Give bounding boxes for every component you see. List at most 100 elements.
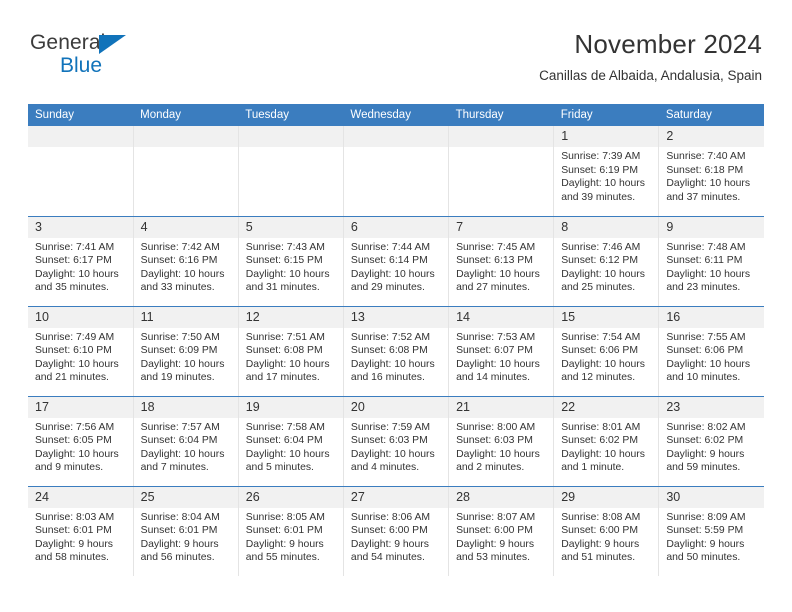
sunrise-text: Sunrise: 8:01 AM (561, 421, 641, 433)
sunset-text: Sunset: 6:08 PM (350, 345, 428, 357)
daylight-text: Daylight: 9 hours and 55 minutes. (245, 538, 324, 564)
day-number (133, 126, 238, 147)
day-sun-info: Sunrise: 7:50 AM Sunset: 6:09 PM Daylight:… (134, 328, 238, 385)
day-number: 20 (343, 396, 449, 418)
sunrise-text: Sunrise: 7:55 AM (666, 331, 746, 343)
calendar-day-cell[interactable]: 9 Sunrise: 7:48 AM Sunset: 6:11 PM Daylight… (658, 216, 764, 307)
calendar-cell-empty (448, 126, 555, 217)
day-number: 24 (28, 486, 133, 508)
daylight-text: Daylight: 10 hours and 5 minutes. (245, 448, 330, 474)
daylight-text: Daylight: 10 hours and 1 minute. (561, 448, 645, 474)
day-sun-info: Sunrise: 7:46 AM Sunset: 6:12 PM Daylight:… (554, 238, 658, 295)
calendar-cell-empty (133, 126, 239, 217)
sunrise-text: Sunrise: 7:53 AM (456, 331, 536, 343)
day-number: 27 (343, 486, 449, 508)
calendar-day-cell[interactable]: 6 Sunrise: 7:44 AM Sunset: 6:14 PM Daylight… (343, 216, 450, 307)
calendar-day-cell[interactable]: 15 Sunrise: 7:54 AM Sunset: 6:06 PM Dayligh… (553, 306, 660, 397)
day-number (238, 126, 343, 147)
calendar-day-cell[interactable]: 2 Sunrise: 7:40 AM Sunset: 6:18 PM Daylight… (658, 126, 764, 217)
sunset-text: Sunset: 6:01 PM (245, 525, 323, 537)
calendar-day-cell[interactable]: 12 Sunrise: 7:51 AM Sunset: 6:08 PM Dayligh… (238, 306, 344, 397)
sunset-text: Sunset: 6:16 PM (140, 255, 218, 267)
calendar-day-cell[interactable]: 4 Sunrise: 7:42 AM Sunset: 6:16 PM Daylight… (133, 216, 239, 307)
sunset-text: Sunset: 6:09 PM (140, 345, 218, 357)
calendar-day-cell[interactable]: 20 Sunrise: 7:59 AM Sunset: 6:03 PM Dayligh… (343, 396, 450, 487)
sunset-text: Sunset: 6:02 PM (666, 435, 744, 447)
day-number: 18 (133, 396, 238, 418)
sunrise-text: Sunrise: 7:40 AM (666, 151, 746, 162)
day-sun-info: Sunrise: 7:41 AM Sunset: 6:17 PM Daylight:… (28, 238, 133, 295)
calendar-day-cell[interactable]: 22 Sunrise: 8:01 AM Sunset: 6:02 PM Dayligh… (553, 396, 660, 487)
sunrise-text: Sunrise: 8:00 AM (456, 421, 536, 433)
calendar-cell-empty (343, 126, 450, 217)
sunset-text: Sunset: 6:00 PM (350, 525, 428, 537)
logo-text-blue: Blue (60, 54, 103, 77)
sunrise-text: Sunrise: 7:42 AM (140, 241, 220, 253)
sunset-text: Sunset: 6:02 PM (561, 435, 639, 447)
calendar-day-cell[interactable]: 24 Sunrise: 8:03 AM Sunset: 6:01 PM Dayligh… (28, 486, 134, 576)
calendar-day-cell[interactable]: 16 Sunrise: 7:55 AM Sunset: 6:06 PM Dayligh… (658, 306, 764, 397)
sunrise-text: Sunrise: 7:41 AM (35, 241, 115, 253)
day-number: 11 (133, 306, 238, 328)
daylight-text: Daylight: 10 hours and 39 minutes. (561, 178, 645, 203)
day-number: 29 (554, 486, 659, 508)
calendar-day-cell[interactable]: 30 Sunrise: 8:09 AM Sunset: 5:59 PM Dayligh… (658, 486, 764, 576)
brand-logo[interactable]: General Blue (30, 32, 200, 78)
calendar-day-cell[interactable]: 1 Sunrise: 7:39 AM Sunset: 6:19 PM Daylight… (553, 126, 660, 217)
calendar-day-cell[interactable]: 8 Sunrise: 7:46 AM Sunset: 6:12 PM Daylight… (553, 216, 660, 307)
day-sun-info: Sunrise: 8:00 AM Sunset: 6:03 PM Daylight:… (449, 418, 553, 475)
day-number: 4 (133, 216, 238, 238)
sunrise-text: Sunrise: 7:52 AM (350, 331, 431, 343)
calendar-week-row: 17 Sunrise: 7:56 AM Sunset: 6:05 PM Dayligh… (28, 396, 764, 487)
day-number (343, 126, 449, 147)
day-sun-info: Sunrise: 8:02 AM Sunset: 6:02 PM Daylight:… (659, 418, 764, 475)
calendar-day-cell[interactable]: 13 Sunrise: 7:52 AM Sunset: 6:08 PM Dayligh… (343, 306, 450, 397)
day-sun-info: Sunrise: 8:07 AM Sunset: 6:00 PM Daylight:… (449, 508, 553, 565)
daylight-text: Daylight: 10 hours and 4 minutes. (350, 448, 435, 474)
weekday-header-monday: Monday (133, 104, 239, 126)
sunrise-text: Sunrise: 7:59 AM (350, 421, 431, 433)
calendar-day-cell[interactable]: 21 Sunrise: 8:00 AM Sunset: 6:03 PM Dayligh… (448, 396, 555, 487)
day-number: 10 (28, 306, 133, 328)
daylight-text: Daylight: 10 hours and 37 minutes. (666, 178, 751, 203)
daylight-text: Daylight: 9 hours and 53 minutes. (456, 538, 535, 564)
calendar-day-cell[interactable]: 27 Sunrise: 8:06 AM Sunset: 6:00 PM Dayligh… (343, 486, 450, 576)
daylight-text: Daylight: 9 hours and 59 minutes. (666, 448, 745, 474)
sunrise-text: Sunrise: 7:46 AM (561, 241, 641, 253)
sunset-text: Sunset: 6:05 PM (35, 435, 112, 447)
daylight-text: Daylight: 10 hours and 21 minutes. (35, 358, 119, 384)
daylight-text: Daylight: 10 hours and 7 minutes. (140, 448, 225, 474)
day-sun-info: Sunrise: 8:04 AM Sunset: 6:01 PM Daylight:… (134, 508, 238, 565)
sunrise-text: Sunrise: 7:43 AM (245, 241, 325, 253)
calendar-day-cell[interactable]: 28 Sunrise: 8:07 AM Sunset: 6:00 PM Dayligh… (448, 486, 555, 576)
calendar-day-cell[interactable]: 19 Sunrise: 7:58 AM Sunset: 6:04 PM Dayligh… (238, 396, 344, 487)
day-number: 19 (238, 396, 343, 418)
day-sun-info: Sunrise: 7:55 AM Sunset: 6:06 PM Daylight:… (659, 328, 764, 385)
calendar-day-cell[interactable]: 18 Sunrise: 7:57 AM Sunset: 6:04 PM Dayligh… (133, 396, 239, 487)
weekday-header-tuesday: Tuesday (238, 104, 344, 126)
calendar-day-cell[interactable]: 3 Sunrise: 7:41 AM Sunset: 6:17 PM Daylight… (28, 216, 134, 307)
weekday-header-sunday: Sunday (28, 104, 134, 126)
day-number: 30 (659, 486, 764, 508)
daylight-text: Daylight: 10 hours and 9 minutes. (35, 448, 119, 474)
page-subtitle: Canillas de Albaida, Andalusia, Spain (539, 68, 762, 83)
day-sun-info: Sunrise: 7:43 AM Sunset: 6:15 PM Daylight:… (239, 238, 343, 295)
daylight-text: Daylight: 10 hours and 25 minutes. (561, 268, 645, 294)
daylight-text: Daylight: 9 hours and 54 minutes. (350, 538, 429, 564)
calendar-day-cell[interactable]: 7 Sunrise: 7:45 AM Sunset: 6:13 PM Daylight… (448, 216, 555, 307)
calendar-day-cell[interactable]: 17 Sunrise: 7:56 AM Sunset: 6:05 PM Dayligh… (28, 396, 134, 487)
sunrise-text: Sunrise: 7:39 AM (561, 151, 641, 162)
calendar-day-cell[interactable]: 29 Sunrise: 8:08 AM Sunset: 6:00 PM Dayligh… (553, 486, 660, 576)
calendar-day-cell[interactable]: 11 Sunrise: 7:50 AM Sunset: 6:09 PM Dayligh… (133, 306, 239, 397)
calendar-day-cell[interactable]: 10 Sunrise: 7:49 AM Sunset: 6:10 PM Dayligh… (28, 306, 134, 397)
sunrise-text: Sunrise: 7:51 AM (245, 331, 325, 343)
day-sun-info: Sunrise: 7:42 AM Sunset: 6:16 PM Daylight:… (134, 238, 238, 295)
daylight-text: Daylight: 10 hours and 35 minutes. (35, 268, 119, 294)
daylight-text: Daylight: 10 hours and 33 minutes. (140, 268, 225, 294)
calendar-day-cell[interactable]: 5 Sunrise: 7:43 AM Sunset: 6:15 PM Daylight… (238, 216, 344, 307)
calendar-day-cell[interactable]: 26 Sunrise: 8:05 AM Sunset: 6:01 PM Dayligh… (238, 486, 344, 576)
calendar-day-cell[interactable]: 14 Sunrise: 7:53 AM Sunset: 6:07 PM Dayligh… (448, 306, 555, 397)
calendar-day-cell[interactable]: 25 Sunrise: 8:04 AM Sunset: 6:01 PM Dayligh… (133, 486, 239, 576)
calendar-day-cell[interactable]: 23 Sunrise: 8:02 AM Sunset: 6:02 PM Dayligh… (658, 396, 764, 487)
day-number: 9 (659, 216, 764, 238)
